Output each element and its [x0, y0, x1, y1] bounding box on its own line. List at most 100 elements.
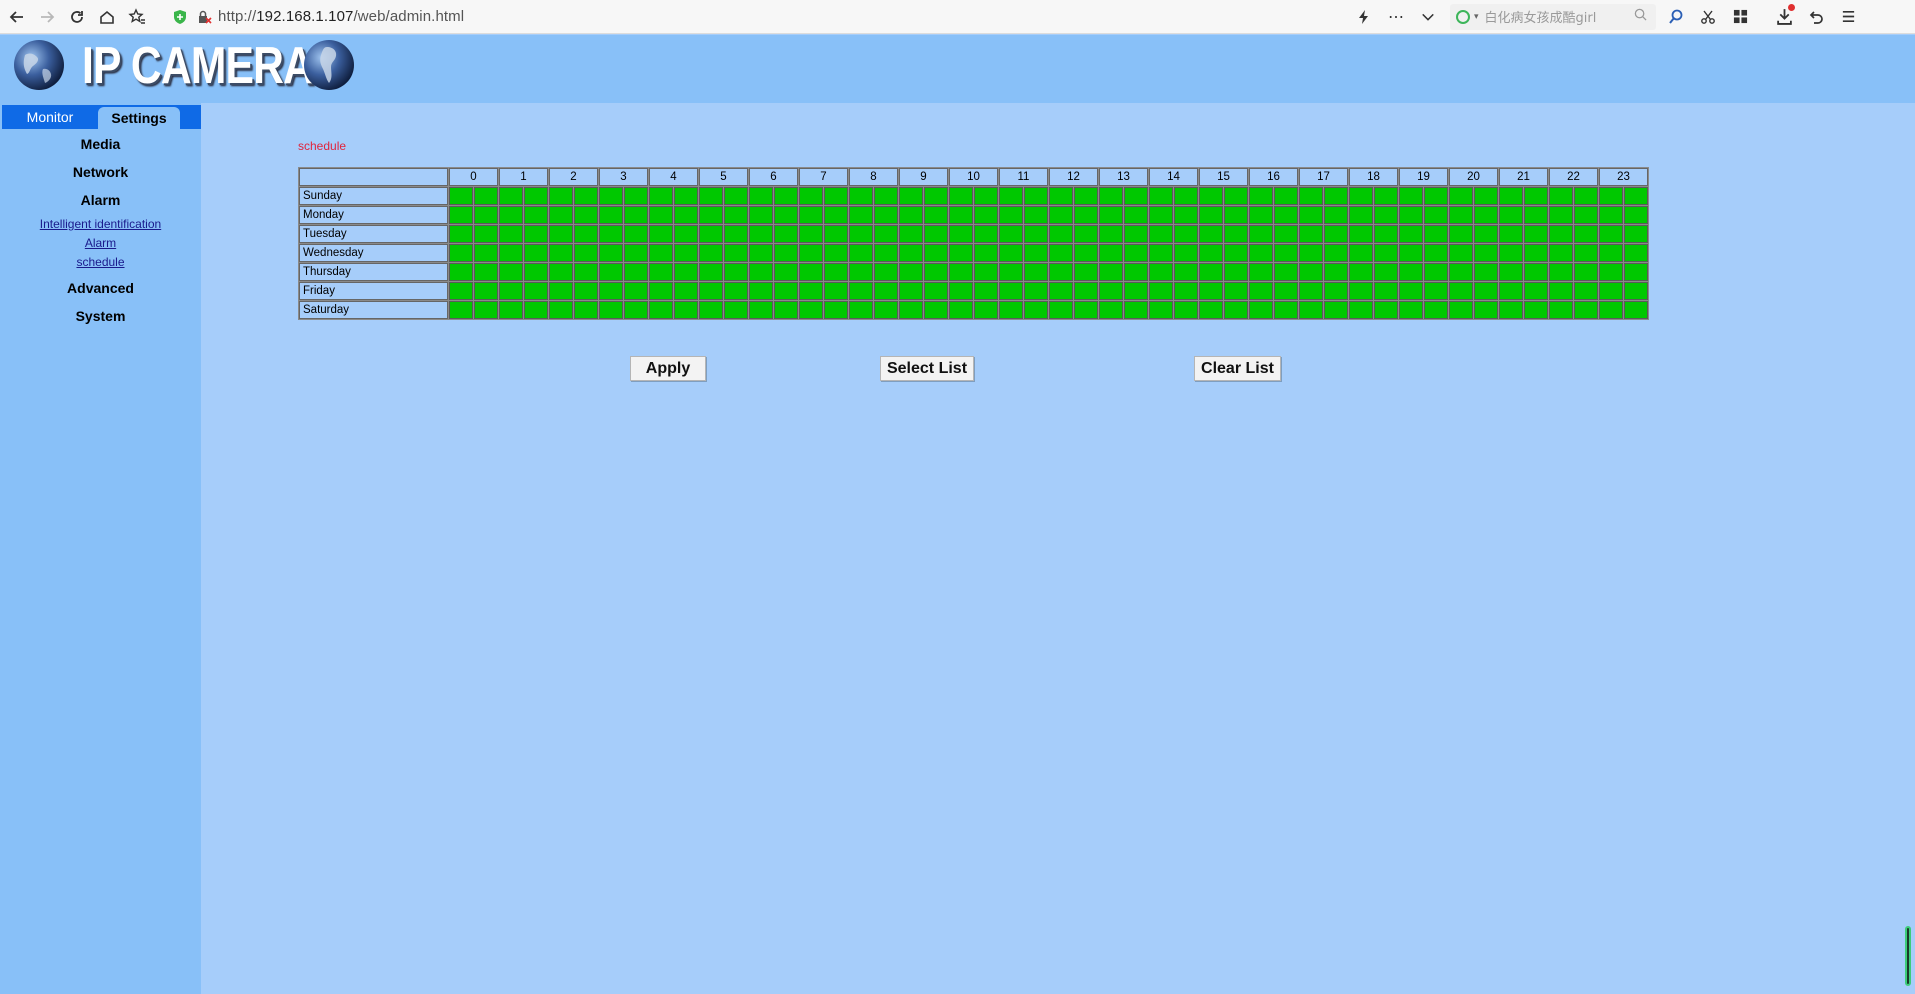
schedule-slot[interactable]	[724, 206, 748, 224]
schedule-slot[interactable]	[674, 244, 698, 262]
schedule-slot[interactable]	[1274, 301, 1298, 319]
schedule-slot[interactable]	[499, 282, 523, 300]
schedule-slot[interactable]	[1524, 244, 1548, 262]
schedule-slot[interactable]	[1024, 225, 1048, 243]
forward-icon[interactable]	[32, 2, 62, 32]
schedule-slot[interactable]	[849, 244, 873, 262]
schedule-slot[interactable]	[549, 263, 573, 281]
schedule-slot[interactable]	[649, 206, 673, 224]
schedule-slot[interactable]	[1274, 187, 1298, 205]
schedule-slot[interactable]	[724, 282, 748, 300]
schedule-slot[interactable]	[674, 282, 698, 300]
schedule-slot[interactable]	[449, 206, 473, 224]
schedule-slot[interactable]	[1324, 263, 1348, 281]
address-bar[interactable]: http://192.168.1.107/web/admin.html	[218, 8, 1348, 25]
schedule-slot[interactable]	[674, 301, 698, 319]
schedule-slot[interactable]	[899, 244, 923, 262]
schedule-slot[interactable]	[624, 301, 648, 319]
schedule-slot[interactable]	[1424, 187, 1448, 205]
schedule-slot[interactable]	[674, 225, 698, 243]
schedule-slot[interactable]	[649, 187, 673, 205]
schedule-slot[interactable]	[899, 301, 923, 319]
schedule-slot[interactable]	[1499, 244, 1523, 262]
schedule-slot[interactable]	[1449, 225, 1473, 243]
schedule-slot[interactable]	[1624, 301, 1648, 319]
schedule-slot[interactable]	[924, 206, 948, 224]
shield-icon[interactable]	[172, 9, 188, 25]
schedule-slot[interactable]	[1349, 225, 1373, 243]
schedule-slot[interactable]	[824, 301, 848, 319]
schedule-slot[interactable]	[1474, 206, 1498, 224]
schedule-slot[interactable]	[574, 263, 598, 281]
schedule-slot[interactable]	[824, 206, 848, 224]
apply-button[interactable]: Apply	[630, 356, 706, 381]
schedule-slot[interactable]	[1374, 244, 1398, 262]
schedule-slot[interactable]	[774, 263, 798, 281]
schedule-slot[interactable]	[1374, 282, 1398, 300]
schedule-slot[interactable]	[599, 225, 623, 243]
schedule-slot[interactable]	[474, 225, 498, 243]
schedule-slot[interactable]	[499, 187, 523, 205]
schedule-slot[interactable]	[1574, 206, 1598, 224]
search-box[interactable]: ▾ 白化病女孩成酷girl	[1450, 3, 1656, 30]
schedule-slot[interactable]	[799, 187, 823, 205]
lightning-icon[interactable]	[1348, 2, 1380, 32]
schedule-slot[interactable]	[1599, 282, 1623, 300]
schedule-slot[interactable]	[649, 244, 673, 262]
schedule-slot[interactable]	[599, 244, 623, 262]
schedule-slot[interactable]	[1549, 206, 1573, 224]
schedule-slot[interactable]	[1099, 225, 1123, 243]
schedule-slot[interactable]	[1424, 244, 1448, 262]
schedule-slot[interactable]	[549, 187, 573, 205]
submenu-alarm[interactable]: Alarm	[0, 233, 201, 252]
schedule-slot[interactable]	[1574, 187, 1598, 205]
schedule-slot[interactable]	[924, 225, 948, 243]
schedule-slot[interactable]	[824, 263, 848, 281]
schedule-slot[interactable]	[924, 244, 948, 262]
schedule-slot[interactable]	[1299, 282, 1323, 300]
schedule-slot[interactable]	[1274, 263, 1298, 281]
schedule-slot[interactable]	[1449, 244, 1473, 262]
schedule-slot[interactable]	[1449, 301, 1473, 319]
download-icon[interactable]	[1768, 2, 1800, 32]
schedule-slot[interactable]	[649, 282, 673, 300]
schedule-slot[interactable]	[699, 263, 723, 281]
schedule-slot[interactable]	[874, 244, 898, 262]
schedule-slot[interactable]	[749, 301, 773, 319]
schedule-slot[interactable]	[1449, 282, 1473, 300]
insecure-connection-icon[interactable]	[196, 9, 212, 25]
schedule-slot[interactable]	[949, 187, 973, 205]
schedule-slot[interactable]	[849, 301, 873, 319]
schedule-slot[interactable]	[624, 206, 648, 224]
schedule-slot[interactable]	[449, 244, 473, 262]
schedule-slot[interactable]	[874, 225, 898, 243]
schedule-slot[interactable]	[674, 263, 698, 281]
schedule-slot[interactable]	[1199, 206, 1223, 224]
schedule-slot[interactable]	[1174, 206, 1198, 224]
schedule-slot[interactable]	[1124, 206, 1148, 224]
submenu-intelligent-identification[interactable]: Intelligent identification	[0, 214, 201, 233]
schedule-slot[interactable]	[474, 282, 498, 300]
caret-down-icon[interactable]: ▾	[1474, 12, 1479, 22]
schedule-slot[interactable]	[949, 263, 973, 281]
schedule-slot[interactable]	[1574, 244, 1598, 262]
schedule-slot[interactable]	[1474, 263, 1498, 281]
schedule-slot[interactable]	[1199, 187, 1223, 205]
schedule-slot[interactable]	[1449, 206, 1473, 224]
schedule-slot[interactable]	[1274, 282, 1298, 300]
schedule-slot[interactable]	[674, 187, 698, 205]
schedule-slot[interactable]	[749, 187, 773, 205]
schedule-slot[interactable]	[1149, 282, 1173, 300]
schedule-slot[interactable]	[974, 244, 998, 262]
schedule-slot[interactable]	[1249, 263, 1273, 281]
schedule-slot[interactable]	[1349, 282, 1373, 300]
schedule-slot[interactable]	[1049, 301, 1073, 319]
schedule-slot[interactable]	[599, 263, 623, 281]
schedule-slot[interactable]	[874, 301, 898, 319]
schedule-slot[interactable]	[574, 187, 598, 205]
schedule-slot[interactable]	[1399, 282, 1423, 300]
schedule-slot[interactable]	[974, 206, 998, 224]
schedule-slot[interactable]	[1599, 244, 1623, 262]
schedule-slot[interactable]	[1024, 301, 1048, 319]
schedule-slot[interactable]	[1524, 301, 1548, 319]
